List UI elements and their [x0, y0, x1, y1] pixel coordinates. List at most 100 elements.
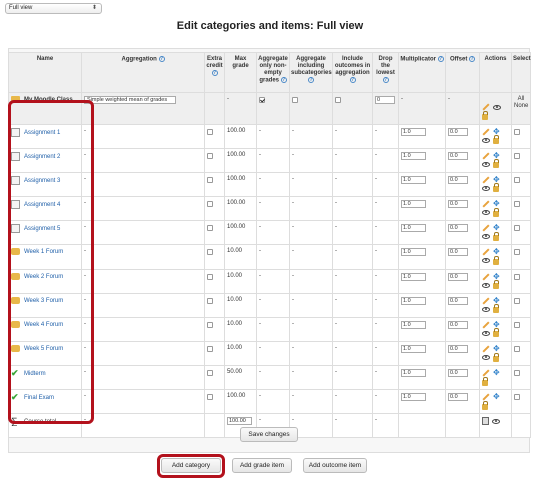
select-checkbox[interactable] [514, 321, 520, 328]
select-checkbox[interactable] [514, 249, 520, 256]
multiplicator-input[interactable]: 1.0 [401, 200, 426, 209]
lock-icon[interactable] [493, 328, 499, 338]
hide-icon[interactable] [482, 330, 490, 336]
edit-icon[interactable] [482, 224, 490, 232]
lock-icon[interactable] [493, 207, 499, 217]
multiplicator-input[interactable]: 1.0 [401, 151, 426, 160]
aggregation-select[interactable]: Simple weighted mean of grades [84, 96, 176, 104]
extra-credit-checkbox[interactable] [207, 176, 213, 183]
extra-credit-checkbox[interactable] [207, 225, 213, 232]
course-total-max-input[interactable]: 100.00 [227, 417, 252, 426]
move-icon[interactable]: ✥ [493, 369, 500, 377]
lock-icon[interactable] [493, 352, 499, 362]
multiplicator-input[interactable]: 1.0 [401, 369, 426, 378]
lock-icon[interactable] [493, 255, 499, 265]
select-checkbox[interactable] [514, 297, 520, 304]
offset-input[interactable]: 0.0 [448, 296, 468, 305]
hide-icon[interactable] [492, 418, 500, 424]
extra-credit-checkbox[interactable] [207, 152, 213, 159]
extra-credit-checkbox[interactable] [207, 297, 213, 304]
select-checkbox[interactable] [514, 225, 520, 232]
select-checkbox[interactable] [514, 176, 520, 183]
hide-icon[interactable] [482, 161, 490, 167]
offset-input[interactable]: 0.0 [448, 200, 468, 209]
extra-credit-checkbox[interactable] [207, 249, 213, 256]
edit-icon[interactable] [482, 393, 490, 401]
select-checkbox[interactable] [514, 128, 520, 135]
view-select[interactable]: Full view ⬍ [5, 3, 102, 14]
multiplicator-input[interactable]: 1.0 [401, 127, 426, 136]
aggregate-nonempty-checkbox[interactable] [259, 97, 265, 103]
offset-input[interactable]: 0.0 [448, 393, 468, 402]
hide-icon[interactable] [482, 355, 490, 361]
multiplicator-input[interactable]: 1.0 [401, 224, 426, 233]
select-checkbox[interactable] [514, 273, 520, 280]
select-none-link[interactable]: None [514, 103, 528, 109]
multiplicator-input[interactable]: 1.0 [401, 320, 426, 329]
drop-lowest-input[interactable]: 0 [375, 96, 395, 104]
edit-icon[interactable] [482, 321, 490, 329]
help-icon[interactable]: ? [469, 56, 475, 62]
offset-input[interactable]: 0.0 [448, 224, 468, 233]
add-grade-item-button[interactable]: Add grade item [232, 458, 292, 473]
edit-icon[interactable] [482, 128, 490, 136]
lock-icon[interactable] [493, 183, 499, 193]
edit-icon[interactable] [482, 272, 490, 281]
multiplicator-input[interactable]: 1.0 [401, 248, 426, 257]
add-outcome-item-button[interactable]: Add outcome item [303, 458, 367, 473]
extra-credit-checkbox[interactable] [207, 370, 213, 377]
help-icon[interactable]: ? [349, 77, 356, 83]
extra-credit-checkbox[interactable] [207, 345, 213, 352]
help-icon[interactable]: ? [382, 77, 389, 83]
lock-icon[interactable] [493, 280, 499, 290]
edit-icon[interactable] [482, 297, 490, 305]
offset-input[interactable]: 0.0 [448, 127, 468, 136]
lock-icon[interactable] [482, 376, 488, 386]
hide-icon[interactable] [482, 234, 490, 240]
help-icon[interactable]: ? [211, 70, 218, 76]
multiplicator-input[interactable]: 1.0 [401, 393, 426, 402]
hide-icon[interactable] [482, 282, 490, 288]
multiplicator-input[interactable]: 1.0 [401, 296, 426, 305]
lock-icon[interactable] [493, 159, 499, 169]
hide-icon[interactable] [482, 185, 490, 191]
edit-icon[interactable] [482, 345, 490, 353]
select-checkbox[interactable] [514, 201, 520, 208]
offset-input[interactable]: 0.0 [448, 369, 468, 378]
multiplicator-input[interactable]: 1.0 [401, 175, 426, 184]
hide-icon[interactable] [482, 258, 490, 264]
hide-icon[interactable] [482, 306, 490, 312]
move-icon[interactable]: ✥ [493, 200, 500, 208]
extra-credit-checkbox[interactable] [207, 321, 213, 328]
lock-icon[interactable] [493, 304, 499, 314]
offset-input[interactable]: 0.0 [448, 248, 468, 257]
hide-icon[interactable] [482, 137, 490, 143]
help-icon[interactable]: ? [308, 77, 314, 83]
help-icon[interactable]: ? [437, 56, 444, 62]
edit-icon[interactable] [482, 103, 490, 111]
extra-credit-checkbox[interactable] [207, 201, 213, 208]
select-checkbox[interactable] [514, 370, 520, 377]
offset-input[interactable]: 0.0 [448, 320, 468, 329]
include-outcomes-checkbox[interactable] [335, 97, 341, 103]
edit-icon[interactable] [482, 248, 490, 256]
hide-icon[interactable] [482, 210, 490, 216]
select-checkbox[interactable] [514, 345, 520, 352]
lock-icon[interactable] [482, 111, 488, 120]
edit-icon[interactable] [482, 369, 490, 377]
move-icon[interactable]: ✥ [493, 344, 500, 353]
multiplicator-input[interactable]: 1.0 [401, 272, 426, 281]
offset-input[interactable]: 0.0 [448, 175, 468, 184]
select-checkbox[interactable] [514, 394, 520, 401]
add-category-button[interactable]: Add category [161, 458, 221, 473]
multiplicator-input[interactable]: 1.0 [401, 344, 426, 353]
select-all-link[interactable]: All [518, 96, 525, 102]
offset-input[interactable]: 0.0 [448, 272, 468, 281]
lock-icon[interactable] [493, 135, 499, 145]
hide-icon[interactable] [493, 104, 501, 110]
aggregate-subcategories-checkbox[interactable] [292, 97, 298, 103]
edit-icon[interactable] [482, 152, 490, 160]
offset-input[interactable]: 0.0 [448, 151, 468, 160]
move-icon[interactable]: ✥ [493, 393, 500, 401]
select-checkbox[interactable] [514, 152, 520, 159]
